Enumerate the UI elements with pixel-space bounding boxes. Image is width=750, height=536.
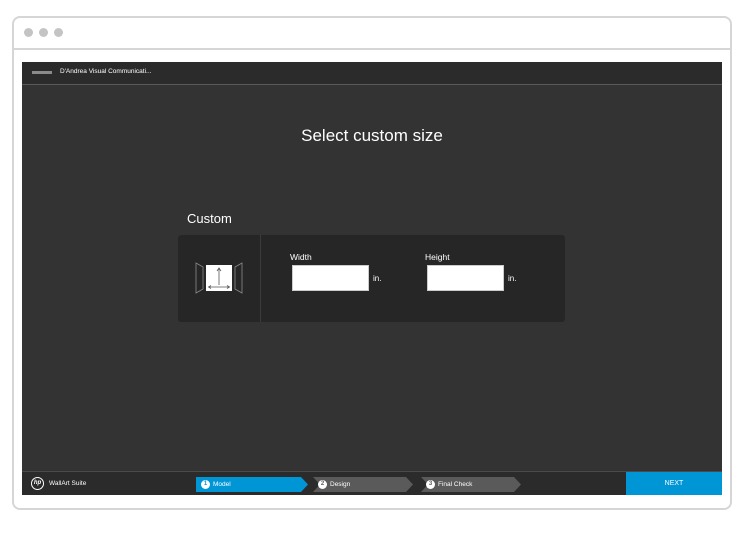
browser-titlebar [14, 18, 730, 50]
custom-size-icon [195, 262, 243, 294]
step-model[interactable]: 1 Model [196, 477, 308, 492]
app-viewport: D'Andrea Visual Communicati... Select cu… [22, 62, 722, 495]
step-label: Final Check [438, 481, 473, 488]
width-label: Width [290, 252, 312, 262]
company-name: D'Andrea Visual Communicati... [60, 68, 152, 75]
height-input[interactable] [427, 265, 504, 291]
top-bar: D'Andrea Visual Communicati... [22, 62, 722, 85]
bottom-bar: hp WallArt Suite 1 Model 2 Design 3 Fina… [22, 471, 722, 495]
window-control-dot[interactable] [24, 28, 33, 37]
step-number: 1 [201, 480, 210, 489]
step-number: 3 [426, 480, 435, 489]
product-name: WallArt Suite [49, 480, 87, 487]
step-design[interactable]: 2 Design [313, 477, 413, 492]
window-control-dot[interactable] [54, 28, 63, 37]
height-unit: in. [508, 274, 517, 283]
custom-section-label: Custom [187, 211, 232, 226]
step-label: Design [330, 481, 351, 488]
step-arrow-shape [313, 477, 413, 492]
custom-size-panel: Width in. Height in. [178, 235, 565, 322]
window-control-dot[interactable] [39, 28, 48, 37]
step-number: 2 [318, 480, 327, 489]
hp-logo-icon: hp [31, 477, 44, 490]
next-button[interactable]: NEXT [626, 472, 722, 495]
width-input[interactable] [292, 265, 369, 291]
company-logo-icon [32, 71, 52, 74]
width-unit: in. [373, 274, 382, 283]
step-label: Model [213, 481, 231, 488]
page-title: Select custom size [301, 126, 443, 145]
height-label: Height [425, 252, 450, 262]
panel-divider [260, 235, 261, 322]
step-final-check[interactable]: 3 Final Check [421, 477, 521, 492]
